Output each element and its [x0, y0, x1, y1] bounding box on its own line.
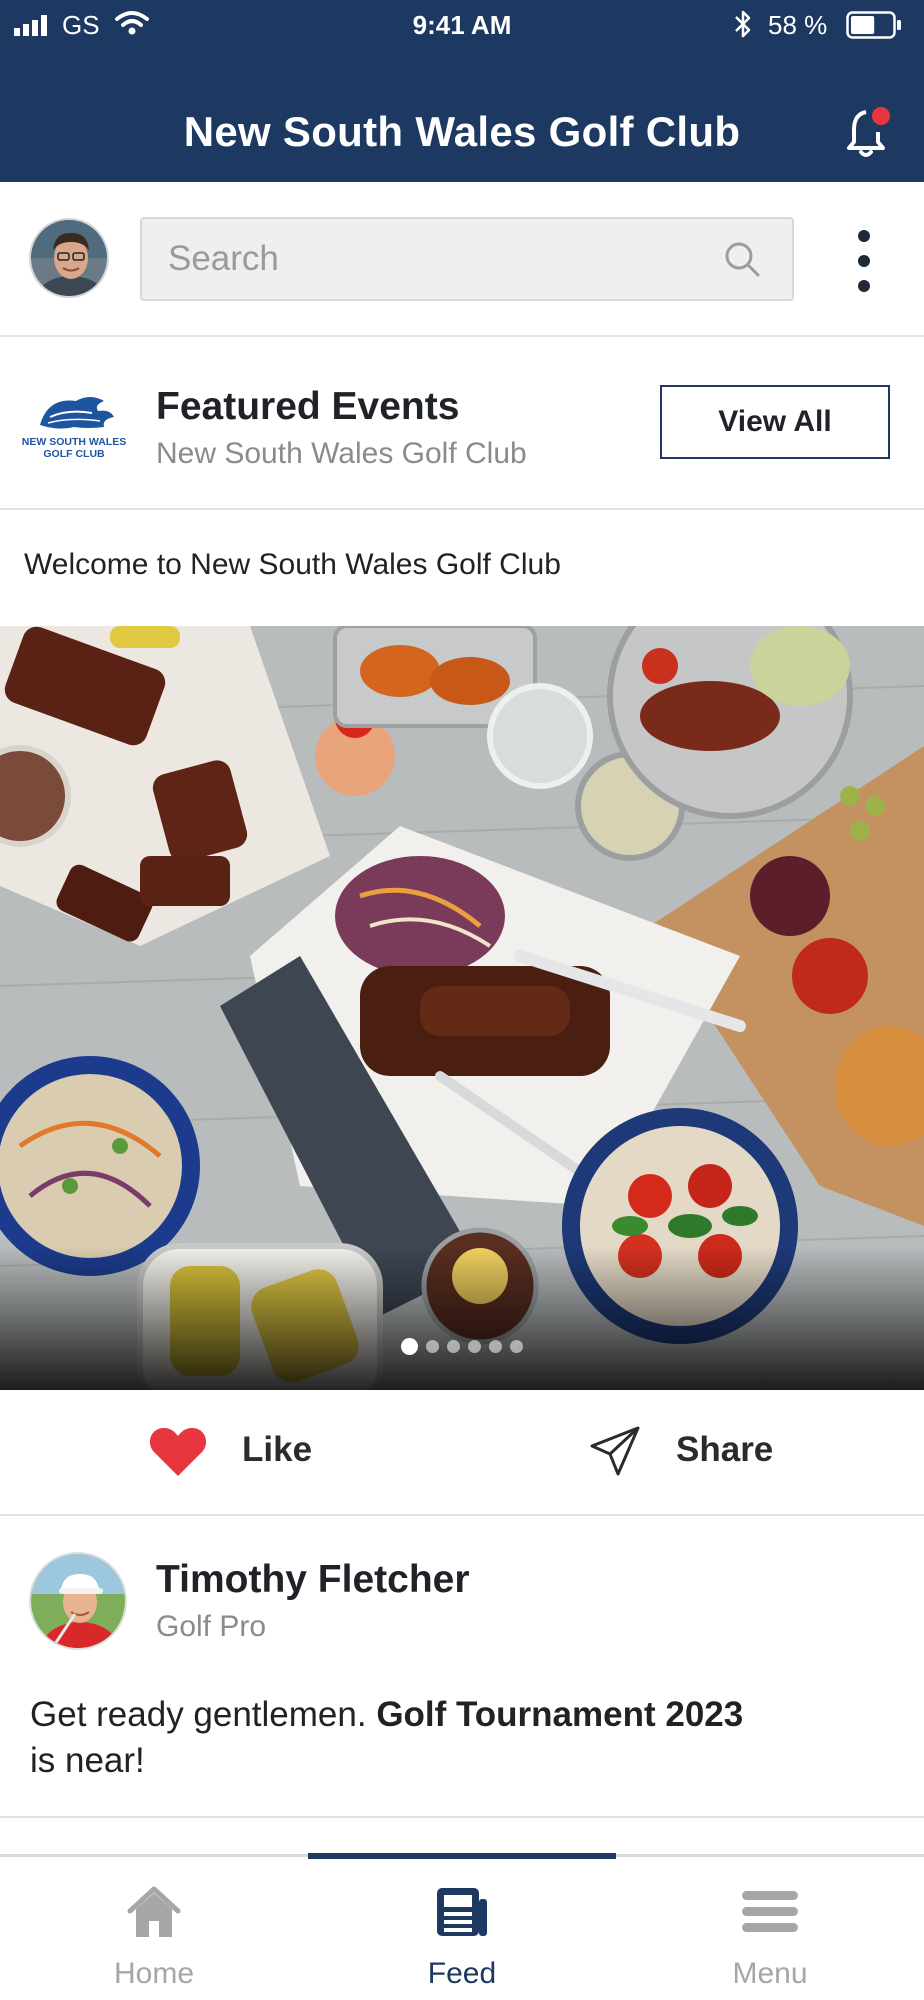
post-text-highlight: Golf Tournament 2023: [376, 1695, 744, 1734]
tab-feed-label: Feed: [427, 1957, 497, 1990]
battery-percent: 58 %: [768, 10, 828, 40]
tab-menu-label: Menu: [732, 1957, 808, 1990]
event-image[interactable]: [0, 626, 924, 1390]
logo-text-line1: NEW SOUTH WALES: [22, 436, 126, 448]
battery-icon: [846, 11, 901, 39]
search-icon[interactable]: [722, 239, 762, 279]
page-title: New South Wales Golf Club: [183, 108, 741, 155]
logo-text-line2: GOLF CLUB: [43, 448, 105, 460]
heart-icon: [149, 1428, 207, 1476]
send-icon: [590, 1426, 640, 1476]
carousel-dot[interactable]: [510, 1340, 523, 1353]
food-photo: [0, 626, 924, 1390]
view-all-button[interactable]: View All: [660, 385, 890, 459]
carousel-dot[interactable]: [426, 1340, 439, 1353]
post-text-end: is near!: [30, 1741, 145, 1780]
like-button[interactable]: Like: [148, 1420, 348, 1486]
carousel-dot[interactable]: [468, 1340, 481, 1353]
tab-home[interactable]: Home: [0, 1857, 308, 2000]
post-text: Get ready gentlemen. Golf Tournament 202…: [30, 1692, 810, 1784]
search-input[interactable]: [168, 237, 728, 281]
status-bar: GS 9:41 AM 58 %: [0, 0, 924, 52]
tab-home-label: Home: [113, 1957, 195, 1990]
author-role: Golf Pro: [156, 1610, 267, 1643]
post-actions: Like Share: [0, 1390, 924, 1516]
more-vertical-icon[interactable]: [850, 226, 878, 296]
tab-feed[interactable]: Feed: [308, 1857, 616, 2000]
search-field[interactable]: [140, 217, 794, 301]
tab-bar: Home Feed Menu: [0, 1853, 924, 2000]
carousel-indicator[interactable]: [0, 1338, 924, 1356]
carousel-dot[interactable]: [401, 1338, 418, 1355]
search-bar-row: [0, 182, 924, 337]
like-label: Like: [242, 1430, 313, 1469]
share-label: Share: [676, 1430, 774, 1469]
bell-icon[interactable]: [846, 106, 892, 158]
carousel-dot[interactable]: [447, 1340, 460, 1353]
avatar[interactable]: [29, 218, 109, 298]
feed-post: Timothy Fletcher Golf Pro Get ready gent…: [0, 1518, 924, 1818]
bluetooth-icon: [735, 10, 751, 38]
welcome-text: Welcome to New South Wales Golf Club: [24, 548, 561, 581]
menu-icon: [742, 1891, 798, 1932]
notification-badge: [872, 107, 890, 125]
post-text-start: Get ready gentlemen.: [30, 1695, 377, 1734]
club-logo: NEW SOUTH WALES GOLF CLUB: [22, 397, 126, 460]
tab-menu[interactable]: Menu: [616, 1857, 924, 2000]
carousel-dot[interactable]: [489, 1340, 502, 1353]
featured-events-card: NEW SOUTH WALES GOLF CLUB Featured Event…: [0, 337, 924, 510]
share-button[interactable]: Share: [588, 1420, 808, 1486]
featured-subtitle: New South Wales Golf Club: [156, 437, 527, 470]
featured-title: Featured Events: [156, 385, 460, 428]
feed-icon: [437, 1888, 487, 1936]
author-avatar[interactable]: [29, 1552, 127, 1650]
home-icon: [127, 1886, 181, 1937]
author-name[interactable]: Timothy Fletcher: [156, 1558, 470, 1602]
app-header: GS 9:41 AM 58 % New South Wales Golf Clu…: [0, 0, 924, 182]
